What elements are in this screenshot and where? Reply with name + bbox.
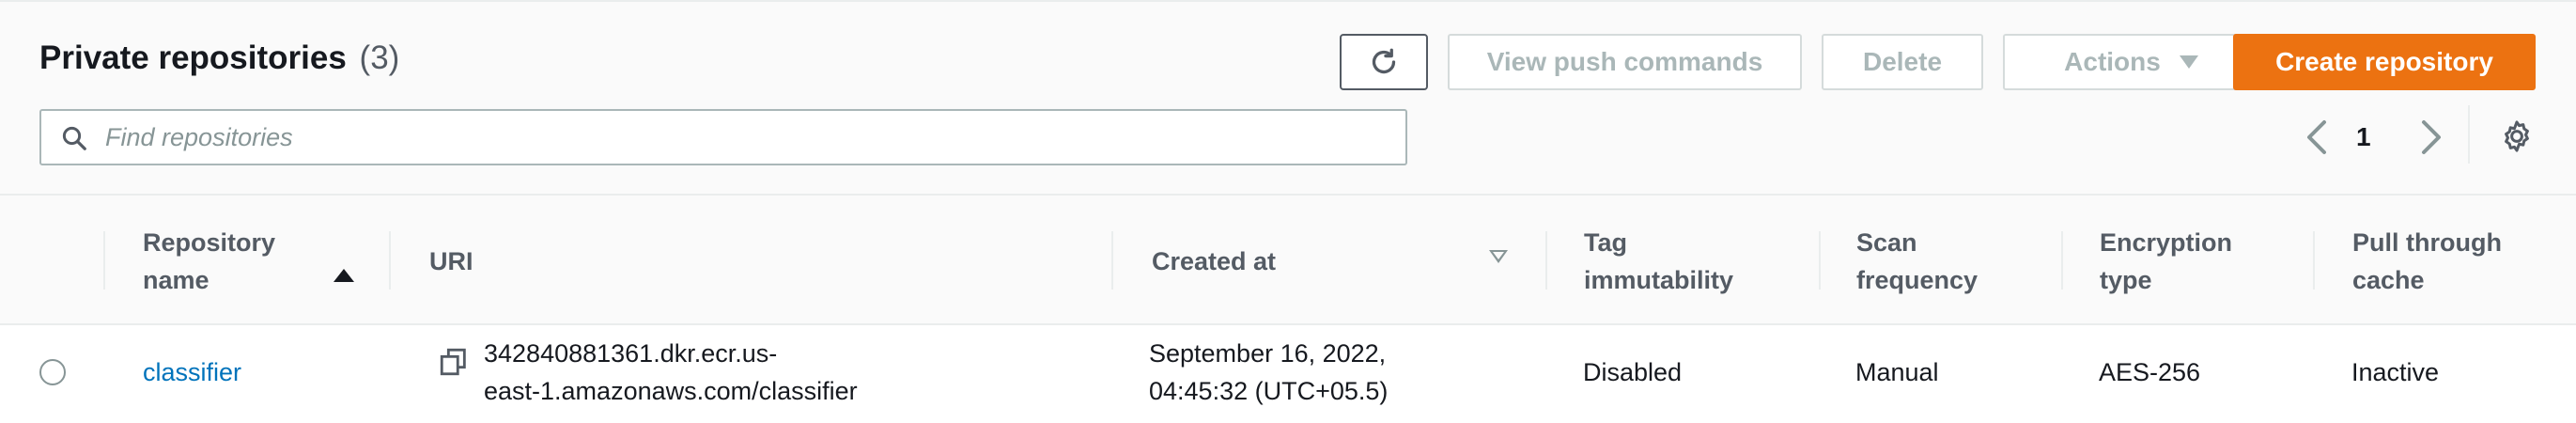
repository-count: (3) xyxy=(359,39,400,76)
table-row[interactable]: classifier 342840881361.dkr.ecr.us- east… xyxy=(0,325,2576,423)
column-encryption-type-line2: type xyxy=(2100,266,2152,294)
column-repository-name-line1: Repository xyxy=(143,228,276,257)
column-divider xyxy=(389,231,391,290)
column-tag-immutability-line1: Tag xyxy=(1584,228,1627,257)
repository-name-cell: classifier xyxy=(143,353,241,391)
page-title-text: Private repositories xyxy=(39,39,347,76)
actions-dropdown[interactable]: Actions xyxy=(2003,34,2259,90)
actions-label: Actions xyxy=(2064,47,2161,76)
scan-frequency-cell: Manual xyxy=(1855,358,1939,386)
column-divider xyxy=(1545,231,1547,290)
column-encryption-type[interactable]: Encryption type xyxy=(2100,224,2232,299)
column-divider xyxy=(2061,231,2063,290)
sort-ascending-icon[interactable] xyxy=(334,269,354,282)
column-repository-name-line2: name xyxy=(143,266,209,294)
column-tag-immutability-line2: immutability xyxy=(1584,266,1734,294)
column-divider xyxy=(1819,231,1821,290)
pull-through-cache-cell: Inactive xyxy=(2351,358,2440,386)
column-divider xyxy=(1111,231,1113,290)
column-pull-through-cache[interactable]: Pull through cache xyxy=(2352,224,2502,299)
column-uri[interactable]: URI xyxy=(429,243,473,280)
created-at-cell: September 16, 2022, 04:45:32 (UTC+05.5) xyxy=(1149,335,1388,410)
gear-icon[interactable] xyxy=(2499,118,2535,154)
table-header: Repository name URI Created at Tag immut… xyxy=(0,194,2576,325)
create-repository-button[interactable]: Create repository xyxy=(2233,34,2536,90)
row-select-radio[interactable] xyxy=(39,359,66,385)
refresh-icon xyxy=(1372,48,1396,74)
column-divider xyxy=(103,231,105,290)
column-created-at[interactable]: Created at xyxy=(1152,243,1276,280)
column-tag-immutability[interactable]: Tag immutability xyxy=(1584,224,1733,299)
search-box xyxy=(39,109,1407,165)
column-pull-through-cache-line2: cache xyxy=(2352,266,2425,294)
delete-button[interactable]: Delete xyxy=(1822,34,1983,90)
created-at-line1: September 16, 2022, xyxy=(1149,339,1387,368)
caret-down-icon xyxy=(2179,55,2198,69)
view-push-commands-button[interactable]: View push commands xyxy=(1448,34,1802,90)
encryption-type-cell: AES-256 xyxy=(2099,358,2201,386)
created-at-line2: 04:45:32 (UTC+05.5) xyxy=(1149,377,1389,405)
page-title: Private repositories (3) xyxy=(39,39,399,77)
column-scan-frequency[interactable]: Scan frequency xyxy=(1856,224,1978,299)
search-input[interactable] xyxy=(105,118,1392,156)
uri-line1: 342840881361.dkr.ecr.us- xyxy=(484,339,778,368)
column-scan-frequency-line2: frequency xyxy=(1856,266,1979,294)
repository-name-link[interactable]: classifier xyxy=(143,358,241,386)
page-number[interactable]: 1 xyxy=(2356,122,2371,152)
search-icon xyxy=(62,126,86,150)
column-pull-through-cache-line1: Pull through xyxy=(2352,228,2502,257)
sort-descending-icon[interactable] xyxy=(1489,250,1508,263)
panel-header: Private repositories (3) View push comma… xyxy=(0,2,2576,194)
column-scan-frequency-line1: Scan xyxy=(1856,228,1917,257)
column-encryption-type-line1: Encryption xyxy=(2100,228,2233,257)
column-repository-name[interactable]: Repository name xyxy=(143,224,275,299)
column-divider xyxy=(2313,231,2315,290)
copy-icon[interactable] xyxy=(438,346,470,378)
repositories-panel: Private repositories (3) View push comma… xyxy=(0,0,2576,423)
previous-page-icon[interactable] xyxy=(2304,118,2332,156)
uri-cell: 342840881361.dkr.ecr.us- east-1.amazonaw… xyxy=(484,335,858,410)
refresh-button[interactable] xyxy=(1340,34,1428,90)
tag-immutability-cell: Disabled xyxy=(1583,358,1683,386)
next-page-icon[interactable] xyxy=(2416,118,2444,156)
uri-line2: east-1.amazonaws.com/classifier xyxy=(484,377,858,405)
pager-divider xyxy=(2468,105,2470,164)
